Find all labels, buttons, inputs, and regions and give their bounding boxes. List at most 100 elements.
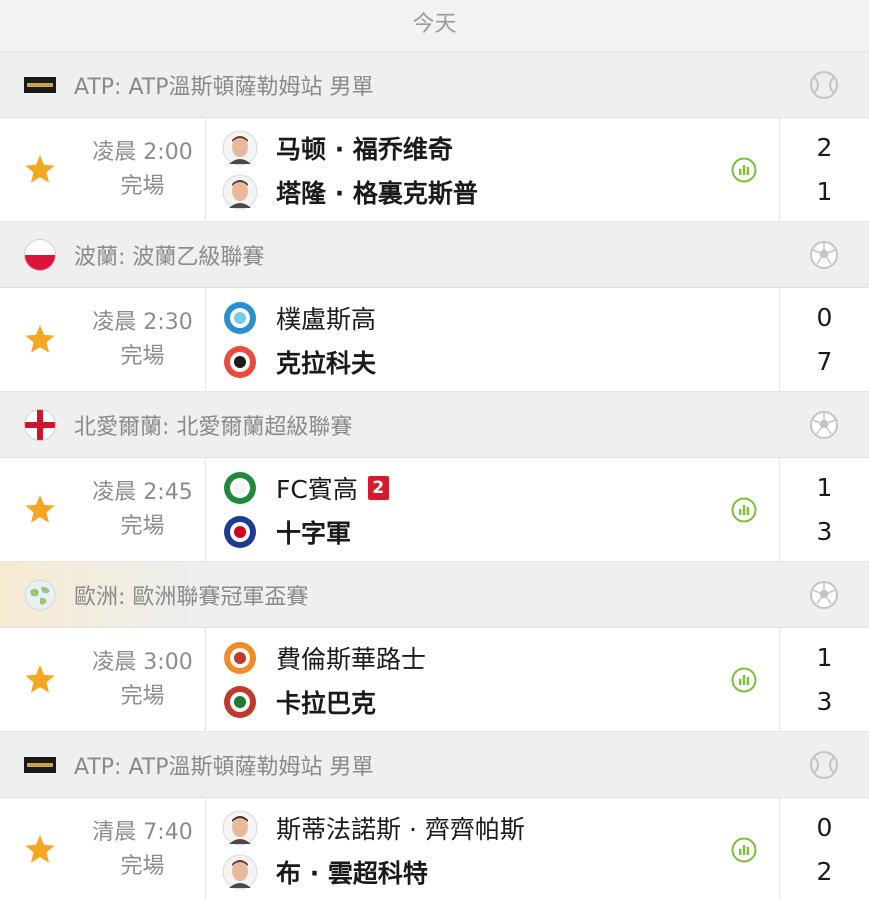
away-team-name: 克拉科夫	[276, 348, 377, 378]
home-team-name: 樸盧斯高	[276, 304, 377, 334]
player-avatar-icon	[222, 810, 258, 846]
day-header: 今天	[0, 0, 869, 52]
club-crest-icon	[222, 514, 258, 550]
club-crest-icon	[222, 640, 258, 676]
away-score: 1	[816, 176, 833, 206]
match-time-block: 凌晨 2:45 完場	[80, 458, 206, 561]
home-team: 樸盧斯高	[222, 299, 709, 337]
soccer-ball-icon	[809, 240, 839, 270]
score-block: 13	[779, 458, 869, 561]
favorite-star-icon[interactable]	[0, 458, 80, 561]
match-row[interactable]: 凌晨 2:30 完場 樸盧斯高 克拉科夫 0 7	[0, 288, 869, 392]
league-header[interactable]: ATP: ATP溫斯頓薩勒姆站 男單	[0, 732, 869, 798]
home-team: 斯蒂法諾斯 · 齊齊帕斯	[222, 809, 709, 847]
match-list: ATP: ATP溫斯頓薩勒姆站 男單 凌晨 2:00 完場 马顿 · 福乔维奇 塔隆 ·…	[0, 52, 869, 901]
favorite-star-icon[interactable]	[0, 288, 80, 391]
league-name: 歐洲: 歐洲聯賽冠軍盃賽	[74, 584, 309, 610]
match-status: 完場	[120, 683, 165, 709]
player-avatar-icon	[222, 174, 258, 210]
home-team: 費倫斯華路士	[222, 639, 709, 677]
away-team-name: 卡拉巴克	[276, 688, 377, 718]
teams: 斯蒂法諾斯 · 齊齊帕斯布 · 雲超科特	[206, 798, 709, 901]
player-avatar-icon	[222, 130, 258, 166]
home-team: FC賓高 2	[222, 469, 709, 507]
match-time-block: 凌晨 3:00 完場	[80, 628, 206, 731]
away-score: 3	[816, 686, 833, 716]
away-team-name: 布 · 雲超科特	[276, 858, 428, 888]
home-team-name: 斯蒂法諾斯 · 齊齊帕斯	[276, 814, 525, 844]
match-status: 完場	[120, 343, 165, 369]
league-name: ATP: ATP溫斯頓薩勒姆站 男單	[74, 754, 374, 780]
away-score: 7	[816, 346, 833, 376]
score-block: 07	[779, 288, 869, 391]
teams: FC賓高 2 十字軍	[206, 458, 709, 561]
match-time: 凌晨 2:00	[92, 139, 193, 165]
favorite-star-icon[interactable]	[0, 798, 80, 901]
favorite-star-icon[interactable]	[0, 628, 80, 731]
match-row[interactable]: 凌晨 2:00 完場 马顿 · 福乔维奇 塔隆 · 格裏克斯普 2 1	[0, 118, 869, 222]
club-crest-icon	[222, 470, 258, 506]
favorite-star-icon[interactable]	[0, 118, 80, 221]
match-status: 完場	[120, 173, 165, 199]
teams: 马顿 · 福乔维奇 塔隆 · 格裏克斯普	[206, 118, 709, 221]
league-name: 波蘭: 波蘭乙級聯賽	[74, 244, 265, 270]
match-row[interactable]: 清晨 7:40 完場 斯蒂法諾斯 · 齊齊帕斯布 · 雲超科特 0 2	[0, 798, 869, 901]
soccer-ball-icon	[809, 410, 839, 440]
away-score: 3	[816, 516, 833, 546]
teams: 樸盧斯高 克拉科夫	[206, 288, 709, 391]
match-status: 完場	[120, 853, 165, 879]
northern-ireland-flag-icon	[24, 408, 56, 441]
home-score: 0	[816, 812, 833, 842]
away-team: 十字軍	[222, 513, 709, 551]
away-score: 2	[816, 856, 833, 886]
stats-icon[interactable]	[709, 118, 779, 221]
match-time: 凌晨 3:00	[92, 649, 193, 675]
score-block: 13	[779, 628, 869, 731]
stats-icon[interactable]	[709, 458, 779, 561]
soccer-ball-icon	[809, 580, 839, 610]
poland-flag-icon	[24, 238, 56, 271]
atp-flag-icon	[24, 69, 56, 101]
stats-slot	[709, 288, 779, 391]
match-time-block: 清晨 7:40 完場	[80, 798, 206, 901]
red-card-badge: 2	[367, 475, 389, 500]
league-header[interactable]: 波蘭: 波蘭乙級聯賽	[0, 222, 869, 288]
home-score: 1	[816, 642, 833, 672]
tennis-ball-icon	[809, 750, 839, 780]
away-team-name: 塔隆 · 格裏克斯普	[276, 178, 478, 208]
home-score: 1	[816, 472, 833, 502]
stats-icon[interactable]	[709, 798, 779, 901]
home-team-name: FC賓高	[276, 474, 358, 504]
league-name: 北愛爾蘭: 北愛爾蘭超級聯賽	[74, 414, 353, 440]
home-team-name: 马顿 · 福乔维奇	[276, 134, 453, 164]
match-time-block: 凌晨 2:00 完場	[80, 118, 206, 221]
score-block: 21	[779, 118, 869, 221]
stats-icon[interactable]	[709, 628, 779, 731]
atp-flag-icon	[24, 749, 56, 781]
league-name: ATP: ATP溫斯頓薩勒姆站 男單	[74, 74, 374, 100]
home-team: 马顿 · 福乔维奇	[222, 129, 709, 167]
club-crest-icon	[222, 344, 258, 380]
away-team: 塔隆 · 格裏克斯普	[222, 173, 709, 211]
home-score: 2	[816, 132, 833, 162]
match-time: 凌晨 2:45	[92, 479, 193, 505]
league-header[interactable]: 北愛爾蘭: 北愛爾蘭超級聯賽	[0, 392, 869, 458]
match-row[interactable]: 凌晨 3:00 完場 費倫斯華路士 卡拉巴克 1 3	[0, 628, 869, 732]
day-label: 今天	[412, 12, 457, 37]
away-team-name: 十字軍	[276, 518, 352, 548]
match-time: 清晨 7:40	[92, 819, 193, 845]
match-row[interactable]: 凌晨 2:45 完場 FC賓高 2 十字軍 1 3	[0, 458, 869, 562]
away-team: 布 · 雲超科特	[222, 853, 709, 891]
tennis-ball-icon	[809, 70, 839, 100]
score-block: 02	[779, 798, 869, 901]
away-team: 克拉科夫	[222, 343, 709, 381]
player-avatar-icon	[222, 854, 258, 890]
league-header[interactable]: ATP: ATP溫斯頓薩勒姆站 男單	[0, 52, 869, 118]
home-score: 0	[816, 302, 833, 332]
match-status: 完場	[120, 513, 165, 539]
league-header[interactable]: 歐洲: 歐洲聯賽冠軍盃賽	[0, 562, 869, 628]
away-team: 卡拉巴克	[222, 683, 709, 721]
home-team-name: 費倫斯華路士	[276, 644, 427, 674]
club-crest-icon	[222, 300, 258, 336]
match-time-block: 凌晨 2:30 完場	[80, 288, 206, 391]
